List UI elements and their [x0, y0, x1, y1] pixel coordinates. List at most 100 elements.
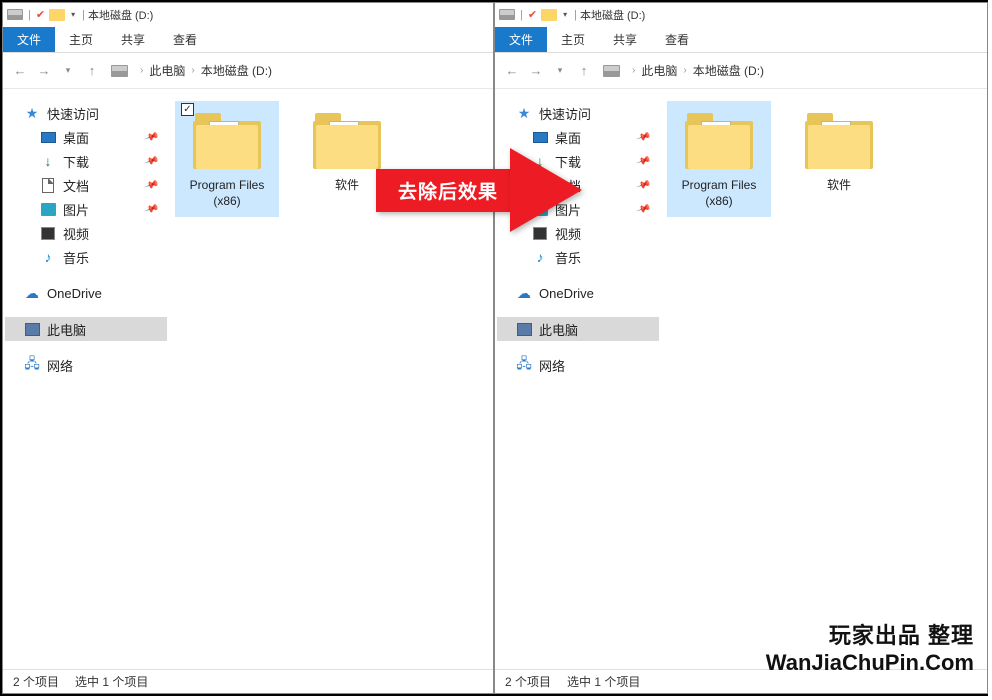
- folder-icon: [49, 9, 65, 21]
- up-button[interactable]: ↑: [81, 60, 103, 82]
- check-icon: ✔: [528, 8, 537, 21]
- tab-view[interactable]: 查看: [159, 27, 211, 52]
- pc-icon: [515, 321, 533, 337]
- pin-icon: 📌: [143, 153, 159, 168]
- star-icon: ★: [23, 105, 41, 121]
- folder-icon: [313, 111, 381, 169]
- sidebar-videos[interactable]: 视频: [5, 221, 167, 245]
- cloud-icon: ☁: [23, 285, 41, 301]
- back-button[interactable]: ←: [9, 60, 31, 82]
- forward-button[interactable]: →: [525, 60, 547, 82]
- breadcrumb-pc[interactable]: 此电脑: [149, 62, 185, 79]
- pin-icon: 📌: [635, 201, 651, 216]
- arrow-head-icon: [510, 148, 582, 232]
- sidebar-documents[interactable]: 文档📌: [5, 173, 167, 197]
- sidebar-this-pc[interactable]: 此电脑: [497, 317, 659, 341]
- pin-icon: 📌: [143, 177, 159, 192]
- sidebar-onedrive[interactable]: ☁OneDrive: [5, 281, 167, 305]
- breadcrumb-drive[interactable]: 本地磁盘 (D:): [693, 62, 764, 79]
- pin-icon: 📌: [143, 201, 159, 216]
- folder-label: Program Files (x86): [671, 177, 767, 209]
- sidebar-music[interactable]: ♪音乐: [497, 245, 659, 269]
- pictures-icon: [39, 201, 57, 217]
- window-title: 本地磁盘 (D:): [88, 7, 153, 23]
- tab-share[interactable]: 共享: [107, 27, 159, 52]
- music-icon: ♪: [39, 249, 57, 265]
- up-button[interactable]: ↑: [573, 60, 595, 82]
- recent-dropdown[interactable]: ▾: [57, 60, 79, 82]
- sidebar-onedrive[interactable]: ☁OneDrive: [497, 281, 659, 305]
- back-button[interactable]: ←: [501, 60, 523, 82]
- pin-icon: 📌: [635, 129, 651, 144]
- navigation-pane: ★快速访问 桌面📌 ↓下载📌 文档📌 图片📌 视频 ♪音乐 ☁OneDrive …: [3, 89, 169, 669]
- breadcrumb[interactable]: › 此电脑 › 本地磁盘 (D:): [603, 62, 764, 79]
- tab-file[interactable]: 文件: [495, 27, 547, 52]
- music-icon: ♪: [531, 249, 549, 265]
- sidebar-music[interactable]: ♪音乐: [5, 245, 167, 269]
- selected-count: 选中 1 个项目: [75, 673, 148, 690]
- status-bar: 2 个项目 选中 1 个项目: [3, 669, 493, 693]
- download-icon: ↓: [39, 153, 57, 169]
- callout-text: 去除后效果: [376, 169, 510, 212]
- ribbon-tabs: 文件 主页 共享 查看: [3, 26, 493, 53]
- folder-program-files[interactable]: Program Files (x86): [667, 101, 771, 217]
- pin-icon: 📌: [635, 177, 651, 192]
- drive-icon: [603, 65, 620, 77]
- sidebar-this-pc[interactable]: 此电脑: [5, 317, 167, 341]
- folder-icon: [193, 111, 261, 169]
- drive-icon: [499, 9, 515, 20]
- tab-view[interactable]: 查看: [651, 27, 703, 52]
- sidebar-quick-access[interactable]: ★快速访问: [5, 101, 167, 125]
- tab-home[interactable]: 主页: [547, 27, 599, 52]
- sidebar-pictures[interactable]: 图片📌: [5, 197, 167, 221]
- pc-icon: [23, 321, 41, 337]
- network-icon: 🖧: [23, 357, 41, 373]
- tab-share[interactable]: 共享: [599, 27, 651, 52]
- folder-label: 软件: [791, 177, 887, 193]
- breadcrumb-drive[interactable]: 本地磁盘 (D:): [201, 62, 272, 79]
- dropdown-caret[interactable]: ▾: [71, 10, 75, 19]
- folder-software[interactable]: 软件: [787, 101, 891, 201]
- cloud-icon: ☁: [515, 285, 533, 301]
- ribbon-tabs: 文件 主页 共享 查看: [495, 26, 987, 53]
- pin-icon: 📌: [143, 129, 159, 144]
- sidebar-network[interactable]: 🖧网络: [5, 353, 167, 377]
- folder-icon: [805, 111, 873, 169]
- folder-icon: [685, 111, 753, 169]
- callout-arrow: 去除后效果: [376, 148, 582, 232]
- watermark-line2: WanJiaChuPin.Com: [766, 650, 974, 676]
- check-icon: ✔: [36, 8, 45, 21]
- item-count: 2 个项目: [505, 673, 551, 690]
- sidebar-quick-access[interactable]: ★快速访问: [497, 101, 659, 125]
- tab-file[interactable]: 文件: [3, 27, 55, 52]
- folder-icon: [541, 9, 557, 21]
- folder-label: Program Files (x86): [179, 177, 275, 209]
- navigation-bar: ← → ▾ ↑ › 此电脑 › 本地磁盘 (D:): [3, 53, 493, 89]
- watermark: 玩家出品 整理 WanJiaChuPin.Com: [766, 618, 974, 676]
- document-icon: [39, 177, 57, 193]
- sidebar-desktop[interactable]: 桌面📌: [497, 125, 659, 149]
- explorer-window-after: | ✔ ▾ | 本地磁盘 (D:) 文件 主页 共享 查看 ← → ▾ ↑ › …: [494, 2, 988, 694]
- breadcrumb[interactable]: › 此电脑 › 本地磁盘 (D:): [111, 62, 272, 79]
- watermark-line1: 玩家出品 整理: [766, 618, 974, 650]
- video-icon: [39, 225, 57, 241]
- folder-content[interactable]: Program Files (x86) 软件: [661, 89, 987, 669]
- sidebar-network[interactable]: 🖧网络: [497, 353, 659, 377]
- sidebar-desktop[interactable]: 桌面📌: [5, 125, 167, 149]
- recent-dropdown[interactable]: ▾: [549, 60, 571, 82]
- network-icon: 🖧: [515, 357, 533, 373]
- title-bar: | ✔ ▾ | 本地磁盘 (D:): [495, 3, 987, 26]
- drive-icon: [7, 9, 23, 20]
- pin-icon: 📌: [635, 153, 651, 168]
- navigation-bar: ← → ▾ ↑ › 此电脑 › 本地磁盘 (D:): [495, 53, 987, 89]
- tab-home[interactable]: 主页: [55, 27, 107, 52]
- breadcrumb-pc[interactable]: 此电脑: [641, 62, 677, 79]
- title-bar: | ✔ ▾ | 本地磁盘 (D:): [3, 3, 493, 26]
- sidebar-downloads[interactable]: ↓下载📌: [5, 149, 167, 173]
- folder-program-files[interactable]: ✓ Program Files (x86): [175, 101, 279, 217]
- selected-count: 选中 1 个项目: [567, 673, 640, 690]
- star-icon: ★: [515, 105, 533, 121]
- desktop-icon: [531, 129, 549, 145]
- dropdown-caret[interactable]: ▾: [563, 10, 567, 19]
- forward-button[interactable]: →: [33, 60, 55, 82]
